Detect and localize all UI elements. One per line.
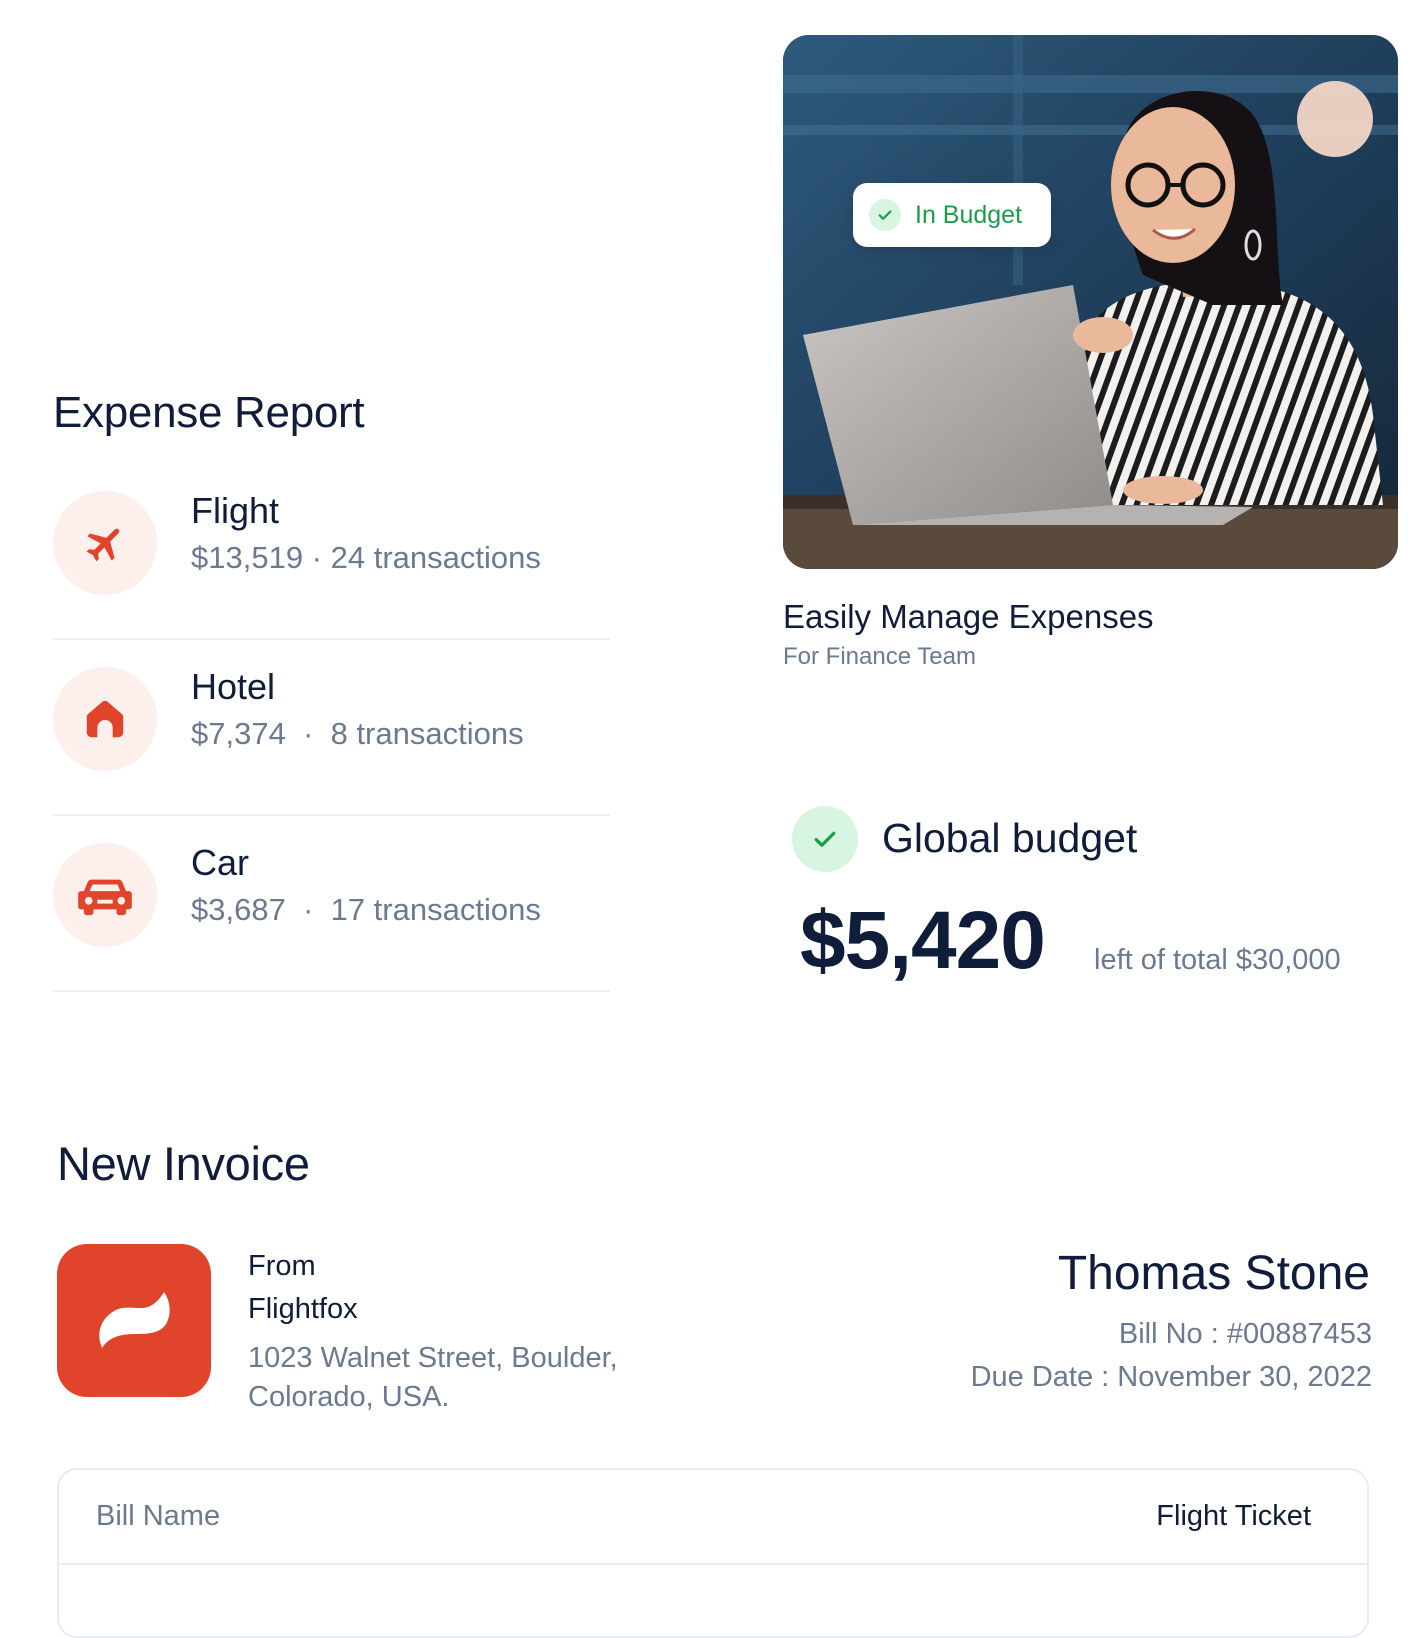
expense-meta: $7,374 · 8 transactions (191, 716, 524, 751)
expense-item-car[interactable]: Car $3,687 · 17 transactions (53, 814, 610, 992)
bill-name-value: Flight Ticket (1156, 1500, 1311, 1532)
expense-name: Flight (191, 490, 280, 531)
expense-name: Car (191, 842, 250, 883)
invoice-company: Flightfox (248, 1293, 358, 1325)
badge-label: In Budget (915, 200, 1023, 229)
check-icon (869, 199, 901, 231)
expense-item-flight[interactable]: Flight $13,519 · 24 transactions (53, 462, 610, 640)
global-budget-title: Global budget (882, 815, 1138, 861)
expense-meta: $3,687 · 17 transactions (191, 892, 541, 927)
invoice-recipient: Thomas Stone (1057, 1247, 1370, 1300)
expense-meta: $13,519 · 24 transactions (191, 540, 541, 575)
expense-name: Hotel (191, 666, 276, 707)
new-invoice-title: New Invoice (57, 1137, 310, 1190)
bill-name-label: Bill Name (96, 1500, 221, 1532)
check-icon (792, 806, 858, 872)
invoice-bill-no: Bill No : #00887453 (1118, 1318, 1372, 1350)
invoice-address: 1023 Walnet Street, Boulder, Colorado, U… (248, 1342, 618, 1413)
expense-item-hotel[interactable]: Hotel $7,374 · 8 transactions (53, 638, 610, 816)
airplane-icon (53, 491, 157, 595)
house-icon (53, 667, 157, 771)
bill-table: Bill Name Flight Ticket (57, 1468, 1369, 1638)
promo-card-subtitle: For Finance Team (783, 643, 976, 670)
promo-card-title: Easily Manage Expenses (783, 598, 1154, 635)
hero-photo: In Budget (783, 35, 1398, 569)
table-row: Bill Name Flight Ticket (59, 1470, 1367, 1565)
invoice-due-date: Due Date : November 30, 2022 (970, 1361, 1372, 1393)
global-budget-note: left of total $30,000 (1094, 944, 1341, 976)
invoice-from-label: From (248, 1250, 316, 1282)
flightfox-logo (57, 1244, 211, 1397)
office-photo-illustration (783, 35, 1398, 569)
in-budget-badge: In Budget (853, 183, 1051, 247)
car-icon (53, 843, 157, 947)
global-budget-amount: $5,420 (800, 895, 1046, 986)
expense-report-title: Expense Report (53, 388, 365, 437)
